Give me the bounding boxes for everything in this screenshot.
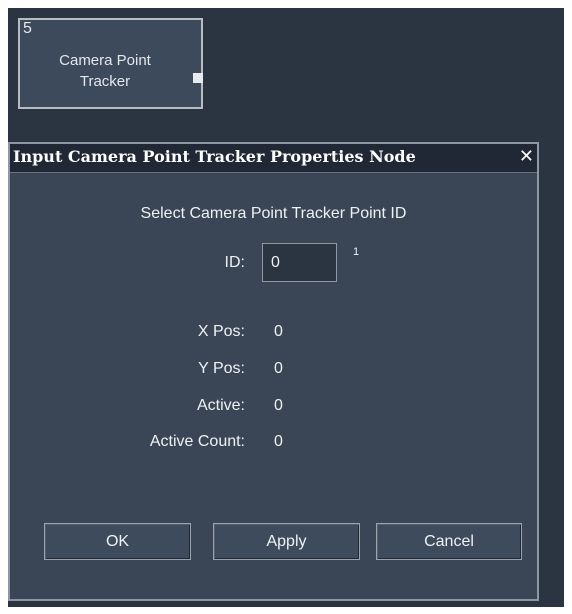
node-title: Camera Point Tracker — [40, 50, 170, 92]
active-count-value: 0 — [274, 433, 283, 450]
node-number: 5 — [23, 20, 32, 37]
y-pos-label: Y Pos: — [198, 360, 245, 377]
dialog-title-bar[interactable]: Input Camera Point Tracker Properties No… — [10, 144, 537, 173]
node-title-line2: Tracker — [79, 73, 131, 90]
id-superscript: 1 — [353, 246, 360, 258]
properties-dialog: Input Camera Point Tracker Properties No… — [8, 142, 539, 601]
dialog-prompt: Select Camera Point Tracker Point ID — [140, 205, 407, 222]
camera-point-tracker-node[interactable]: 5 Camera Point Tracker — [18, 18, 203, 109]
node-canvas: 5 Camera Point Tracker Input Camera Poin… — [8, 8, 564, 607]
id-label: ID: — [224, 254, 245, 271]
ok-button[interactable]: OK — [44, 523, 191, 560]
active-label: Active: — [196, 397, 245, 414]
id-input[interactable]: 0 — [262, 243, 337, 282]
node-output-port[interactable] — [193, 73, 203, 83]
apply-button[interactable]: Apply — [213, 523, 360, 560]
x-pos-label: X Pos: — [197, 323, 245, 340]
active-count-label: Active Count: — [149, 433, 245, 450]
dialog-title: Input Camera Point Tracker Properties No… — [13, 147, 416, 166]
close-icon[interactable]: ✕ — [519, 147, 534, 167]
node-title-line1: Camera Point — [59, 52, 151, 69]
y-pos-value: 0 — [274, 360, 283, 377]
x-pos-value: 0 — [274, 323, 283, 340]
active-value: 0 — [274, 397, 283, 414]
cancel-button[interactable]: Cancel — [376, 523, 522, 560]
